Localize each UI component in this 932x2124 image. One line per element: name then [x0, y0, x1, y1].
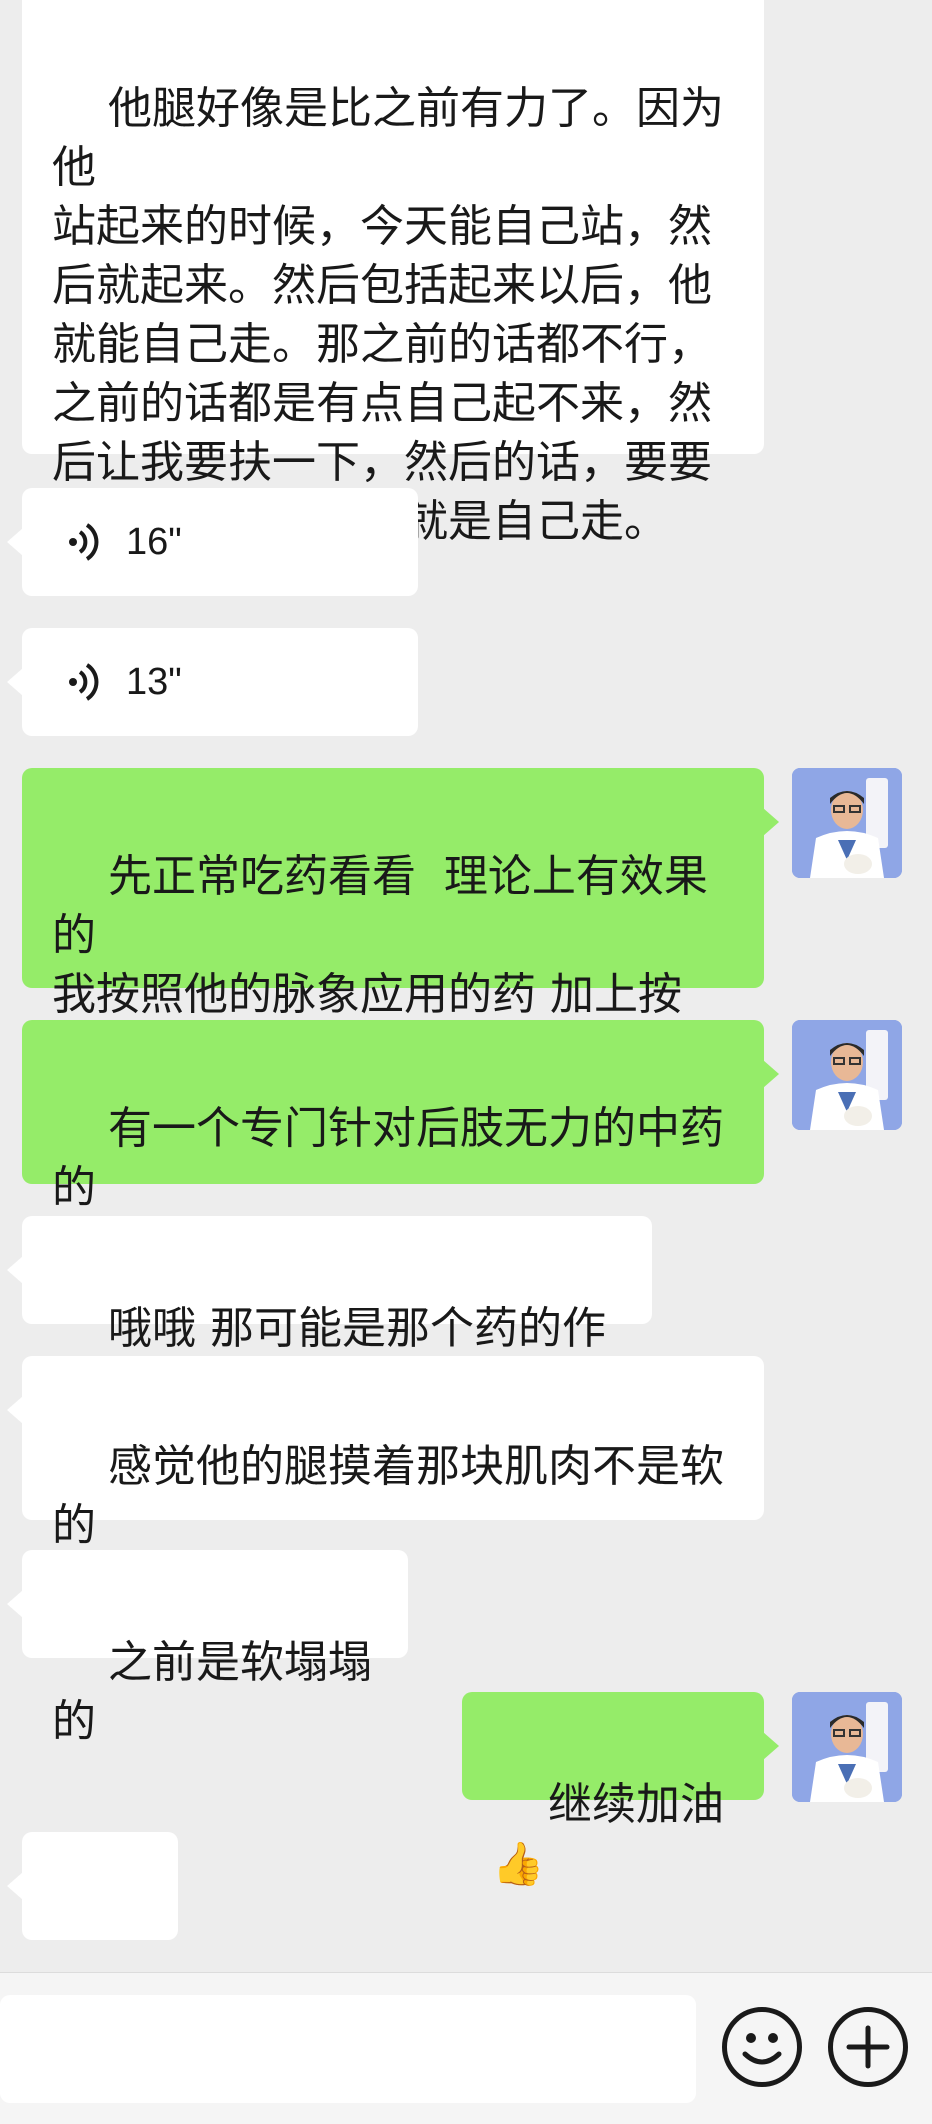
voice-wave-icon: [69, 663, 99, 701]
avatar[interactable]: [792, 1020, 902, 1130]
message-text: 之前是软塌塌的: [52, 1637, 372, 1747]
thumbs-up-emoji: 👍: [492, 1839, 545, 1888]
emoji-button[interactable]: [722, 2007, 802, 2087]
message-text: 有一个专门针对后肢无力的中药的: [52, 1103, 724, 1213]
message-text: 他腿好像是比之前有力了。因为他 站起来的时候，今天能自己站，然 后就起来。然后包…: [52, 83, 724, 547]
message-bubble-incoming[interactable]: 他腿好像是比之前有力了。因为他 站起来的时候，今天能自己站，然 后就起来。然后包…: [22, 0, 764, 547]
input-bar: [0, 1972, 932, 2124]
doctor-avatar-icon: [792, 1020, 902, 1130]
message-bubble-incoming[interactable]: 好的: [7, 1832, 178, 2029]
voice-message[interactable]: 13": [7, 628, 418, 736]
voice-wave-icon: [69, 523, 99, 561]
message-bubble-incoming[interactable]: 感觉他的腿摸着那块肌肉不是软的 了 是硬的: [7, 1356, 764, 1610]
message-bubble-incoming[interactable]: 之前是软塌塌的: [7, 1550, 408, 1747]
voice-duration: 16": [126, 520, 182, 563]
plus-circle-icon: [846, 2025, 890, 2069]
voice-duration: 13": [126, 660, 182, 703]
message-bubble-outgoing[interactable]: 先正常吃药看看 理论上有效果的 我按照他的脉象应用的药 加上按 摩一定有帮助的: [22, 768, 779, 1079]
more-button[interactable]: [828, 2007, 908, 2087]
message-bubble-outgoing[interactable]: 继续加油👍: [462, 1692, 779, 1888]
doctor-avatar-icon: [792, 768, 902, 878]
chat-area[interactable]: 他腿好像是比之前有力了。因为他 站起来的时候，今天能自己站，然 后就起来。然后包…: [0, 0, 932, 2029]
message-bubble-incoming[interactable]: 哦哦 那可能是那个药的作用: [7, 1216, 652, 1413]
smiley-icon: [742, 2033, 782, 2065]
avatar[interactable]: [792, 1692, 902, 1802]
avatar[interactable]: [792, 768, 902, 878]
message-input[interactable]: [0, 1995, 696, 2103]
doctor-avatar-icon: [792, 1692, 902, 1802]
message-text: 继续加油: [547, 1779, 724, 1830]
message-bubble-outgoing[interactable]: 有一个专门针对后肢无力的中药的 ❤: [22, 1020, 779, 1330]
voice-message[interactable]: 16": [7, 488, 418, 596]
